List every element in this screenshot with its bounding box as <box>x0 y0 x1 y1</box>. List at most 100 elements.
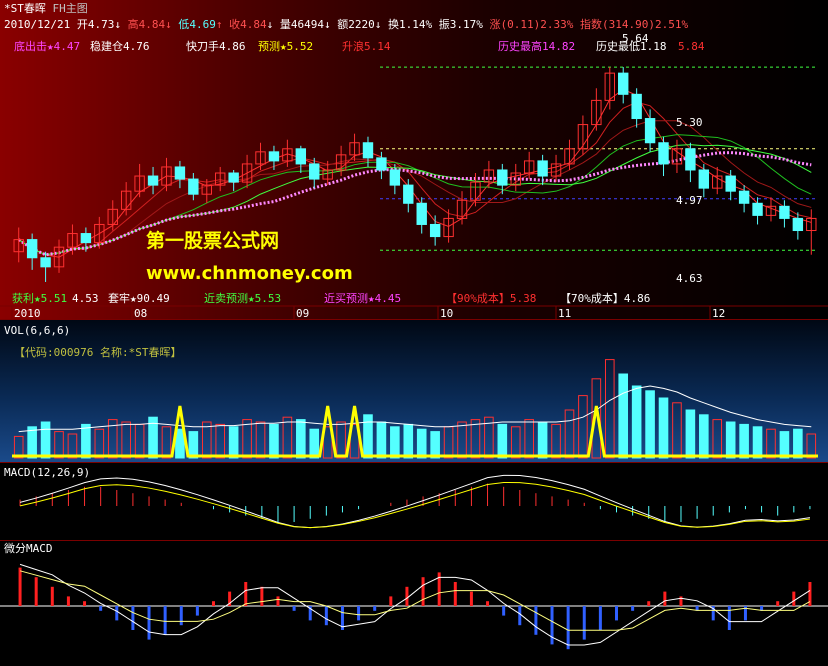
wmacd-chart[interactable] <box>0 540 828 666</box>
candle-body <box>618 72 629 95</box>
moving-average-line <box>18 120 812 256</box>
x-tick-label: 08 <box>134 307 148 320</box>
volume-bar <box>551 423 561 459</box>
quote-change: 涨(0.11)2.33% <box>489 18 574 31</box>
volume-bar <box>739 423 749 459</box>
candle-body <box>174 166 186 180</box>
candle-body <box>725 175 736 192</box>
volume-bar <box>161 426 172 459</box>
volume-bar <box>416 428 427 459</box>
signal-profit: 获利★5.51 <box>12 292 68 305</box>
signal-trapped: 套牢★90.49 <box>108 292 170 305</box>
quote-date: 2010/12/21 <box>4 18 71 31</box>
stock-info: 【代码:000976 名称:*ST春晖】 <box>14 346 182 359</box>
signal-buy-forecast: 近买预测★4.45 <box>324 292 402 305</box>
volume-bar <box>201 421 212 459</box>
volume-chart[interactable] <box>0 320 828 462</box>
candle-body <box>685 148 696 171</box>
volume-bar <box>255 421 266 459</box>
candle-body <box>376 157 387 171</box>
volume-panel[interactable]: VOL(6,6,6) 【代码:000976 名称:*ST春晖】 <box>0 320 828 462</box>
volume-bar <box>672 402 682 459</box>
watermark-url: www.chnmoney.com <box>146 263 353 284</box>
price-panel[interactable]: *ST春晖 FH主图 2010/12/21 开4.73↓ 高4.84↓ 低4.6… <box>0 0 828 320</box>
watermark-title: 第一股票公式网 <box>146 230 280 252</box>
volume-bar <box>27 426 37 459</box>
price-level-530: 5.30 <box>676 116 703 129</box>
quote-high: 高4.84 <box>127 18 166 31</box>
volume-bar <box>67 433 78 459</box>
volume-bar <box>537 421 548 459</box>
volume-bar <box>363 414 373 459</box>
wmacd-title: 微分MACD <box>4 542 53 555</box>
quote-low: 低4.69 <box>178 18 216 31</box>
signal-history-high: 历史最高14.82 <box>498 40 576 53</box>
volume-bar <box>604 359 615 459</box>
macd-panel[interactable]: MACD(12,26,9) <box>0 462 828 540</box>
price-level-497: 4.97 <box>676 194 703 207</box>
quote-turnover: 换1.14% <box>387 18 433 31</box>
arrow-down-icon: ↓ <box>114 18 121 31</box>
quote-amount: 额2220 <box>337 18 375 31</box>
x-tick-label: 2010 <box>14 307 41 320</box>
candle-body <box>537 160 548 177</box>
candle-body <box>147 175 159 186</box>
volume-bar <box>376 421 387 459</box>
volume-bar <box>443 426 454 459</box>
candle-body <box>268 151 280 162</box>
volume-bar <box>121 421 131 459</box>
x-tick-label: 11 <box>558 307 572 320</box>
macd-chart[interactable] <box>0 462 828 540</box>
volume-bar <box>497 423 508 459</box>
signal-cost-70: 【70%成本】4.86 <box>560 292 651 305</box>
volume-bar <box>403 423 414 459</box>
volume-bar <box>645 390 655 459</box>
arrow-down-icon: ↓ <box>266 18 274 31</box>
volume-bar <box>269 423 279 459</box>
volume-bar <box>309 428 320 459</box>
wmacd-line-1 <box>19 563 811 646</box>
volume-bar <box>430 431 440 459</box>
candle-body <box>497 169 508 186</box>
volume-bar <box>390 426 400 459</box>
candle-body <box>389 169 401 186</box>
candle-body <box>26 239 38 259</box>
candle-body <box>80 233 92 244</box>
candle-body <box>295 148 307 165</box>
quote-close: 收4.84 <box>229 18 267 31</box>
volume-bar <box>457 421 467 459</box>
x-tick-label: 12 <box>712 307 726 320</box>
volume-bar <box>228 426 239 459</box>
volume-bar <box>336 421 346 459</box>
wmacd-line-2 <box>19 570 811 631</box>
macd-dif-line <box>19 474 811 529</box>
volume-bar <box>699 414 709 459</box>
signal-profit-value: 4.53 <box>72 292 99 305</box>
wmacd-panel[interactable]: 微分MACD <box>0 540 828 666</box>
signal-forecast: 预测★5.52 <box>258 40 314 53</box>
candle-body <box>188 178 199 195</box>
volume-bar <box>685 409 696 459</box>
macd-dea-line <box>19 481 811 529</box>
arrow-down-icon: ↓ <box>165 18 172 31</box>
quote-index: 指数(314.90)2.51% <box>579 18 689 31</box>
quote-volume: 量46494 <box>279 18 324 31</box>
volume-bar <box>94 428 105 459</box>
volume-bar <box>282 416 293 459</box>
volume-bar <box>725 421 736 459</box>
arrow-up-icon: ↑ <box>215 18 223 31</box>
volume-bar <box>134 423 145 459</box>
volume-bar <box>752 426 763 459</box>
candle-body <box>429 223 441 238</box>
x-tick-label: 10 <box>440 307 454 320</box>
volume-bar <box>631 385 642 459</box>
signal-sell-forecast: 近卖预测★5.53 <box>204 292 282 305</box>
candle-body <box>658 142 669 165</box>
price-level-top: 5.84 <box>678 40 705 53</box>
signal-steady-build: 稳建仓4.76 <box>90 40 150 53</box>
volume-bar <box>793 428 803 459</box>
candle-body <box>228 172 239 183</box>
candle-body <box>309 163 320 180</box>
candle-body <box>362 142 374 159</box>
arrow-down-icon: ↓ <box>323 18 331 31</box>
